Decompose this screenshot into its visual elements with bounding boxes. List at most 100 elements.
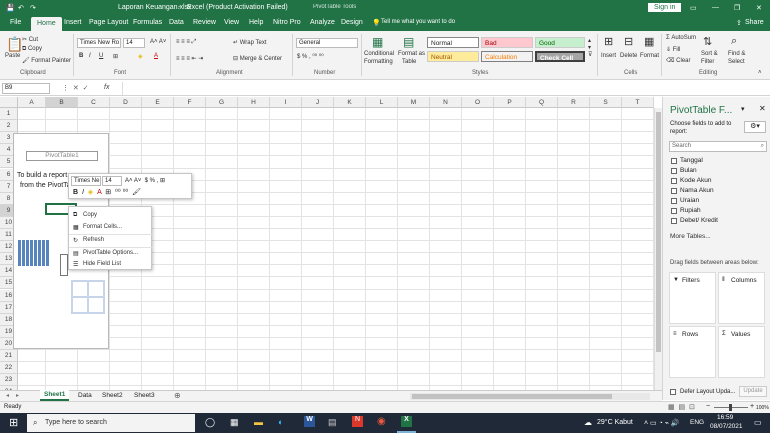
align-left-icons[interactable]: ≡ ≡ ≡ ⇤ ⇥ [176, 55, 203, 62]
field-checkbox[interactable] [671, 158, 677, 164]
zoom-in-icon[interactable]: + [750, 403, 754, 410]
column-header[interactable]: S [590, 97, 622, 108]
values-area[interactable]: Σ Values [718, 326, 765, 378]
field-checkbox[interactable] [671, 178, 677, 184]
field-item[interactable]: Nama Akun [670, 187, 768, 196]
find-select-icon[interactable]: ⌕ [731, 35, 737, 48]
italic-icon[interactable]: I [89, 53, 91, 59]
underline-icon[interactable]: U [99, 53, 103, 59]
collapse-ribbon-icon[interactable]: ˄ [758, 70, 762, 76]
column-header[interactable]: J [302, 97, 334, 108]
column-header[interactable]: L [366, 97, 398, 108]
file-explorer-icon[interactable]: ▬ [254, 417, 263, 427]
field-search-input[interactable]: Search ⌕ [669, 141, 767, 152]
column-header[interactable]: F [174, 97, 206, 108]
mini-style-icons[interactable]: B I ◈ A ⊞ ⁰⁰ ⁰⁰ 🖌 [73, 188, 141, 196]
format-cells-icon[interactable]: ▦ [644, 35, 654, 48]
menu-refresh[interactable]: Refresh [83, 237, 104, 243]
excel-icon[interactable]: X [401, 416, 412, 427]
sheet-scroll-right-icon[interactable]: ▸ [16, 392, 19, 399]
sheet-tab-data[interactable]: Data [78, 392, 92, 399]
task-view-icon[interactable]: ◯ [205, 417, 215, 428]
tab-help[interactable]: Help [249, 19, 263, 26]
column-header[interactable]: I [270, 97, 302, 108]
insert-cells-icon[interactable]: ⊞ [604, 35, 613, 48]
tab-insert[interactable]: Insert [64, 19, 82, 26]
column-header[interactable]: R [558, 97, 590, 108]
column-header[interactable]: K [334, 97, 366, 108]
sort-filter-button[interactable]: Sort & [701, 51, 718, 57]
tab-view[interactable]: View [224, 19, 239, 26]
columns-area[interactable]: ⦀ Columns [718, 272, 765, 324]
clock-date[interactable]: 08/07/2021 [710, 423, 743, 430]
style-neutral[interactable]: Neutral [427, 51, 479, 62]
tray-icons[interactable]: ˄ ▭ ◔ ⌁ 🔊 [644, 419, 680, 427]
bold-icon[interactable]: B [79, 53, 83, 59]
zoom-slider-thumb[interactable] [729, 404, 732, 411]
update-button[interactable]: Update [739, 386, 767, 397]
zoom-level[interactable]: 100% [756, 405, 769, 411]
vertical-scrollbar[interactable] [654, 108, 662, 390]
worksheet-grid[interactable]: ABCDEFGHIJKLMNOPQRST 1 2 3 4 5 6 7 8 9 10 11 12 13 14… [0, 97, 662, 390]
format-as-table-button-line2[interactable]: Table [402, 59, 416, 65]
format-as-table-button[interactable]: Format as [398, 51, 425, 57]
clear-button[interactable]: ⌫ Clear [666, 57, 691, 64]
minimize-icon[interactable]: — [712, 4, 719, 11]
column-header[interactable]: O [462, 97, 494, 108]
field-item[interactable]: Debet/ Kredit [670, 217, 768, 226]
widgets-icon[interactable]: ▦ [230, 417, 239, 428]
view-mode-icons[interactable]: ▦ ▤ ⊡ [668, 403, 695, 411]
tab-nitro-pro[interactable]: Nitro Pro [273, 19, 301, 26]
number-format-select[interactable]: General [296, 38, 358, 48]
tab-page-layout[interactable]: Page Layout [89, 19, 128, 26]
row-header[interactable]: 2 [0, 120, 18, 133]
autosum-button[interactable]: Σ AutoSum [666, 35, 696, 41]
column-header[interactable]: A [18, 97, 46, 108]
column-header[interactable]: E [142, 97, 174, 108]
field-checkbox[interactable] [671, 218, 677, 224]
font-color-icon[interactable]: A [154, 53, 158, 59]
borders-icon[interactable]: ⊞ [113, 53, 118, 60]
chrome-icon[interactable]: ◉ [377, 416, 386, 427]
filters-area[interactable]: ▼ Filters [669, 272, 716, 324]
column-header[interactable]: B [46, 97, 78, 108]
pane-settings-icon[interactable]: ⚙▾ [744, 121, 766, 133]
field-checkbox[interactable] [671, 208, 677, 214]
tab-file[interactable]: File [10, 19, 21, 26]
ribbon-display-icon[interactable]: ▭ [690, 4, 697, 12]
fx-icon[interactable]: fx [104, 84, 109, 91]
conditional-formatting-button[interactable]: Conditional [364, 51, 394, 57]
formula-input[interactable] [122, 82, 762, 95]
column-header[interactable]: M [398, 97, 430, 108]
style-calculation[interactable]: Calculation [481, 51, 533, 62]
paste-icon[interactable]: 📋 [6, 36, 23, 53]
tab-data[interactable]: Data [169, 19, 184, 26]
menu-hide-field-list[interactable]: Hide Field List [83, 261, 121, 267]
sheet-tab-sheet3[interactable]: Sheet3 [134, 392, 155, 399]
row-header[interactable]: 1 [0, 108, 18, 121]
delete-cells-icon[interactable]: ⊟ [624, 35, 633, 48]
style-good[interactable]: Good [535, 37, 585, 48]
pane-dropdown-icon[interactable]: ▾ [741, 105, 745, 113]
edge-icon[interactable]: ◐ [278, 417, 283, 427]
column-header[interactable]: N [430, 97, 462, 108]
tab-design[interactable]: Design [341, 19, 363, 26]
mini-font-name[interactable]: Times Ne [71, 176, 101, 186]
number-format-icons[interactable]: $ % , ⁰⁰ ⁰⁰ [297, 53, 324, 60]
fill-button[interactable]: ⇓ Fill [666, 46, 680, 53]
font-grow-shrink-icon[interactable]: A˄ A˅ [150, 39, 166, 45]
menu-copy[interactable]: Copy [83, 212, 97, 218]
conditional-formatting-icon[interactable]: ▦ [372, 35, 383, 49]
field-item[interactable]: Tanggal [670, 157, 768, 166]
styles-scroll-icon[interactable]: ▴ ▾ ⊽ [588, 37, 592, 58]
field-item[interactable]: Rupiah [670, 207, 768, 216]
merge-center-button[interactable]: ⊟ Merge & Center [233, 55, 282, 62]
format-cells-button[interactable]: Format [640, 53, 659, 59]
column-header[interactable]: C [78, 97, 110, 108]
font-size-select[interactable]: 14 [123, 38, 145, 48]
maximize-icon[interactable]: ❐ [734, 4, 740, 12]
mini-format-icons[interactable]: A˄ A˅ $ % , ⊞ [125, 177, 165, 184]
undo-icon[interactable]: ↶ [18, 4, 24, 12]
delete-cells-button[interactable]: Delete [620, 53, 637, 59]
mini-font-size[interactable]: 14 [102, 176, 122, 186]
